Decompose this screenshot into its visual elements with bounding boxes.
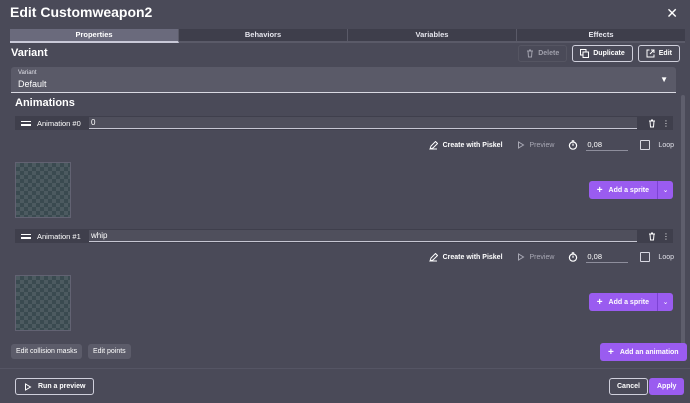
variant-toolbar: Delete Duplicate Edit: [518, 45, 680, 62]
sprite-thumbnail[interactable]: [15, 162, 71, 218]
delete-variant-button[interactable]: Delete: [518, 45, 568, 62]
animation-name-input[interactable]: whip: [89, 230, 637, 242]
more-vertical-icon[interactable]: ⋮: [659, 119, 673, 128]
tab-properties[interactable]: Properties: [10, 29, 179, 43]
play-icon: [517, 141, 525, 149]
fps-input[interactable]: 0,08: [586, 139, 629, 151]
preview-button[interactable]: Preview: [517, 253, 555, 261]
loop-label: Loop: [658, 141, 674, 149]
chevron-down-icon[interactable]: ⌄: [657, 181, 673, 199]
more-vertical-icon[interactable]: ⋮: [659, 232, 673, 241]
edit-variant-button[interactable]: Edit: [637, 45, 680, 62]
animation-tools: Create with Piskel Preview 0,08 Loop: [428, 137, 674, 153]
add-sprite-label: Add a sprite: [608, 298, 649, 306]
chevron-down-icon: ▼: [660, 75, 668, 84]
pencil-icon: [428, 252, 438, 262]
open-external-icon: [646, 49, 655, 58]
timer-icon: [568, 140, 578, 150]
add-sprite-button[interactable]: + Add a sprite: [589, 293, 657, 311]
plus-icon: +: [608, 346, 614, 358]
cancel-button[interactable]: Cancel: [609, 378, 648, 395]
trash-icon: [526, 49, 534, 58]
create-with-piskel-label: Create with Piskel: [442, 253, 503, 261]
footer-divider: [0, 368, 690, 369]
trash-icon[interactable]: [645, 232, 659, 241]
timer-icon: [568, 252, 578, 262]
animation-tools: Create with Piskel Preview 0,08 Loop: [428, 249, 674, 265]
fps-input[interactable]: 0,08: [586, 251, 629, 263]
plus-icon: +: [596, 296, 603, 308]
chevron-down-icon[interactable]: ⌄: [657, 293, 673, 311]
loop-label: Loop: [658, 253, 674, 261]
drag-handle-icon[interactable]: [21, 233, 31, 239]
trash-icon[interactable]: [645, 119, 659, 128]
animations-heading: Animations: [15, 97, 75, 109]
duplicate-label: Duplicate: [593, 50, 625, 57]
duplicate-variant-button[interactable]: Duplicate: [572, 45, 633, 62]
edit-points-button[interactable]: Edit points: [88, 344, 131, 359]
variant-select[interactable]: Variant Default ▼: [11, 67, 676, 93]
scrollbar[interactable]: [681, 95, 685, 345]
add-sprite-button[interactable]: + Add a sprite: [589, 181, 657, 199]
apply-button[interactable]: Apply: [649, 378, 685, 395]
animation-row: Animation #0 0 ⋮: [15, 116, 673, 130]
preview-button[interactable]: Preview: [517, 141, 555, 149]
plus-icon: +: [596, 184, 603, 196]
create-with-piskel-label: Create with Piskel: [442, 141, 503, 149]
play-icon: [24, 382, 32, 391]
loop-checkbox[interactable]: [640, 252, 651, 262]
tab-behaviors[interactable]: Behaviors: [179, 29, 348, 43]
pencil-icon: [428, 140, 438, 150]
variant-heading: Variant: [11, 47, 48, 59]
play-icon: [517, 253, 525, 261]
add-animation-button[interactable]: + Add an animation: [600, 343, 687, 361]
edit-label: Edit: [658, 50, 672, 57]
add-sprite-label: Add a sprite: [608, 186, 649, 194]
sprite-thumbnail[interactable]: [15, 275, 71, 331]
add-animation-label: Add an animation: [619, 348, 679, 356]
run-preview-label: Run a preview: [38, 383, 86, 390]
animation-row: Animation #1 whip ⋮: [15, 229, 673, 243]
animation-label: Animation #1: [37, 231, 81, 241]
create-with-piskel-button[interactable]: Create with Piskel: [428, 140, 503, 150]
close-icon[interactable]: ✕: [666, 5, 678, 22]
animation-name-input[interactable]: 0: [89, 117, 637, 129]
tab-bar: Properties Behaviors Variables Effects: [10, 29, 685, 43]
edit-collision-masks-button[interactable]: Edit collision masks: [11, 344, 83, 359]
tab-effects[interactable]: Effects: [517, 29, 685, 43]
add-sprite-button-group: + Add a sprite ⌄: [588, 293, 673, 311]
create-with-piskel-button[interactable]: Create with Piskel: [428, 252, 503, 262]
run-preview-button[interactable]: Run a preview: [15, 378, 95, 395]
delete-label: Delete: [538, 50, 560, 57]
loop-checkbox[interactable]: [640, 140, 651, 150]
copy-icon: [580, 49, 590, 58]
add-sprite-button-group: + Add a sprite ⌄: [588, 181, 673, 199]
preview-label: Preview: [529, 141, 555, 149]
title-bar: Edit Customweapon2 ✕: [0, 0, 690, 26]
drag-handle-icon[interactable]: [21, 120, 31, 126]
preview-label: Preview: [529, 253, 555, 261]
variant-select-label: Variant: [18, 70, 37, 76]
dialog-title: Edit Customweapon2: [10, 4, 153, 20]
variant-select-value: Default: [18, 79, 47, 89]
animation-label: Animation #0: [37, 118, 81, 128]
tab-variables[interactable]: Variables: [348, 29, 517, 43]
